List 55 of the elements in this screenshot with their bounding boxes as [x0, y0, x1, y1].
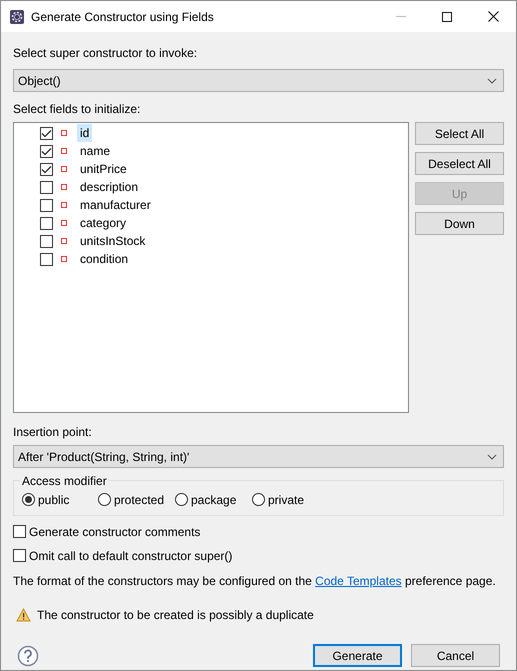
field-label: Select super constructor to invoke: [13, 45, 198, 62]
radio-label: private [268, 492, 304, 508]
field-icon [61, 184, 67, 190]
warning-icon [16, 608, 31, 622]
checkbox[interactable] [40, 162, 53, 176]
field-icon [61, 148, 67, 154]
info-text: The format of the constructors may be configured on the Code Templates preference page. [13, 573, 497, 590]
field-label: Insertion point: [13, 424, 92, 441]
dropdown-chevron-icon [487, 78, 497, 84]
field-item[interactable]: manufacturer [77, 196, 154, 214]
warning-text: The constructor to be created is possibly a duplicate [37, 607, 314, 624]
field-icon [61, 130, 67, 136]
checkbox[interactable] [40, 252, 53, 266]
radio-label: package [191, 492, 236, 508]
dialog-button[interactable]: Cancel [411, 644, 500, 667]
radio-button[interactable] [252, 493, 265, 506]
field-icon [61, 256, 67, 262]
checkbox[interactable] [40, 234, 53, 248]
app-gear-icon [10, 10, 24, 24]
field-item[interactable]: id [77, 124, 92, 142]
checkbox[interactable] [40, 198, 53, 212]
field-icon [61, 166, 67, 172]
field-item[interactable]: category [77, 214, 130, 232]
super-constructor-dropdown[interactable]: Object() [13, 69, 504, 92]
field-icon [61, 238, 67, 244]
field-item[interactable]: unitsInStock [77, 232, 148, 250]
field-item[interactable]: name [77, 142, 114, 160]
radio-button[interactable] [22, 493, 35, 506]
checkbox[interactable] [40, 144, 53, 158]
checkbox[interactable] [13, 549, 26, 562]
checkbox[interactable] [40, 126, 53, 140]
radio-button[interactable] [98, 493, 111, 506]
checkbox[interactable] [40, 216, 53, 230]
field-item[interactable]: condition [77, 250, 132, 268]
field-icon [61, 202, 67, 208]
radio-label: protected [114, 492, 164, 508]
field-icon [61, 220, 67, 226]
field-item[interactable]: unitPrice [77, 160, 130, 178]
field-item[interactable]: description [77, 178, 142, 196]
insertion-point-dropdown[interactable]: After 'Product(String, String, int)' [13, 445, 504, 468]
help-icon[interactable] [17, 644, 39, 666]
action-button[interactable]: Down [415, 212, 504, 235]
field-label: Select fields to initialize: [13, 101, 140, 118]
code-templates-link[interactable]: Code Templates [315, 574, 402, 588]
checkbox-label: Omit call to default constructor super() [29, 548, 232, 564]
action-button[interactable]: Select All [415, 122, 504, 145]
dialog-button[interactable]: Generate [313, 644, 402, 667]
dropdown-chevron-icon [487, 454, 497, 460]
checkbox[interactable] [40, 180, 53, 194]
radio-label: public [38, 492, 70, 508]
window-title: Generate Constructor using Fields [31, 8, 215, 26]
checkbox[interactable] [13, 525, 26, 538]
action-button[interactable]: Deselect All [415, 152, 504, 175]
checkbox-label: Generate constructor comments [29, 524, 200, 540]
radio-button[interactable] [175, 493, 188, 506]
